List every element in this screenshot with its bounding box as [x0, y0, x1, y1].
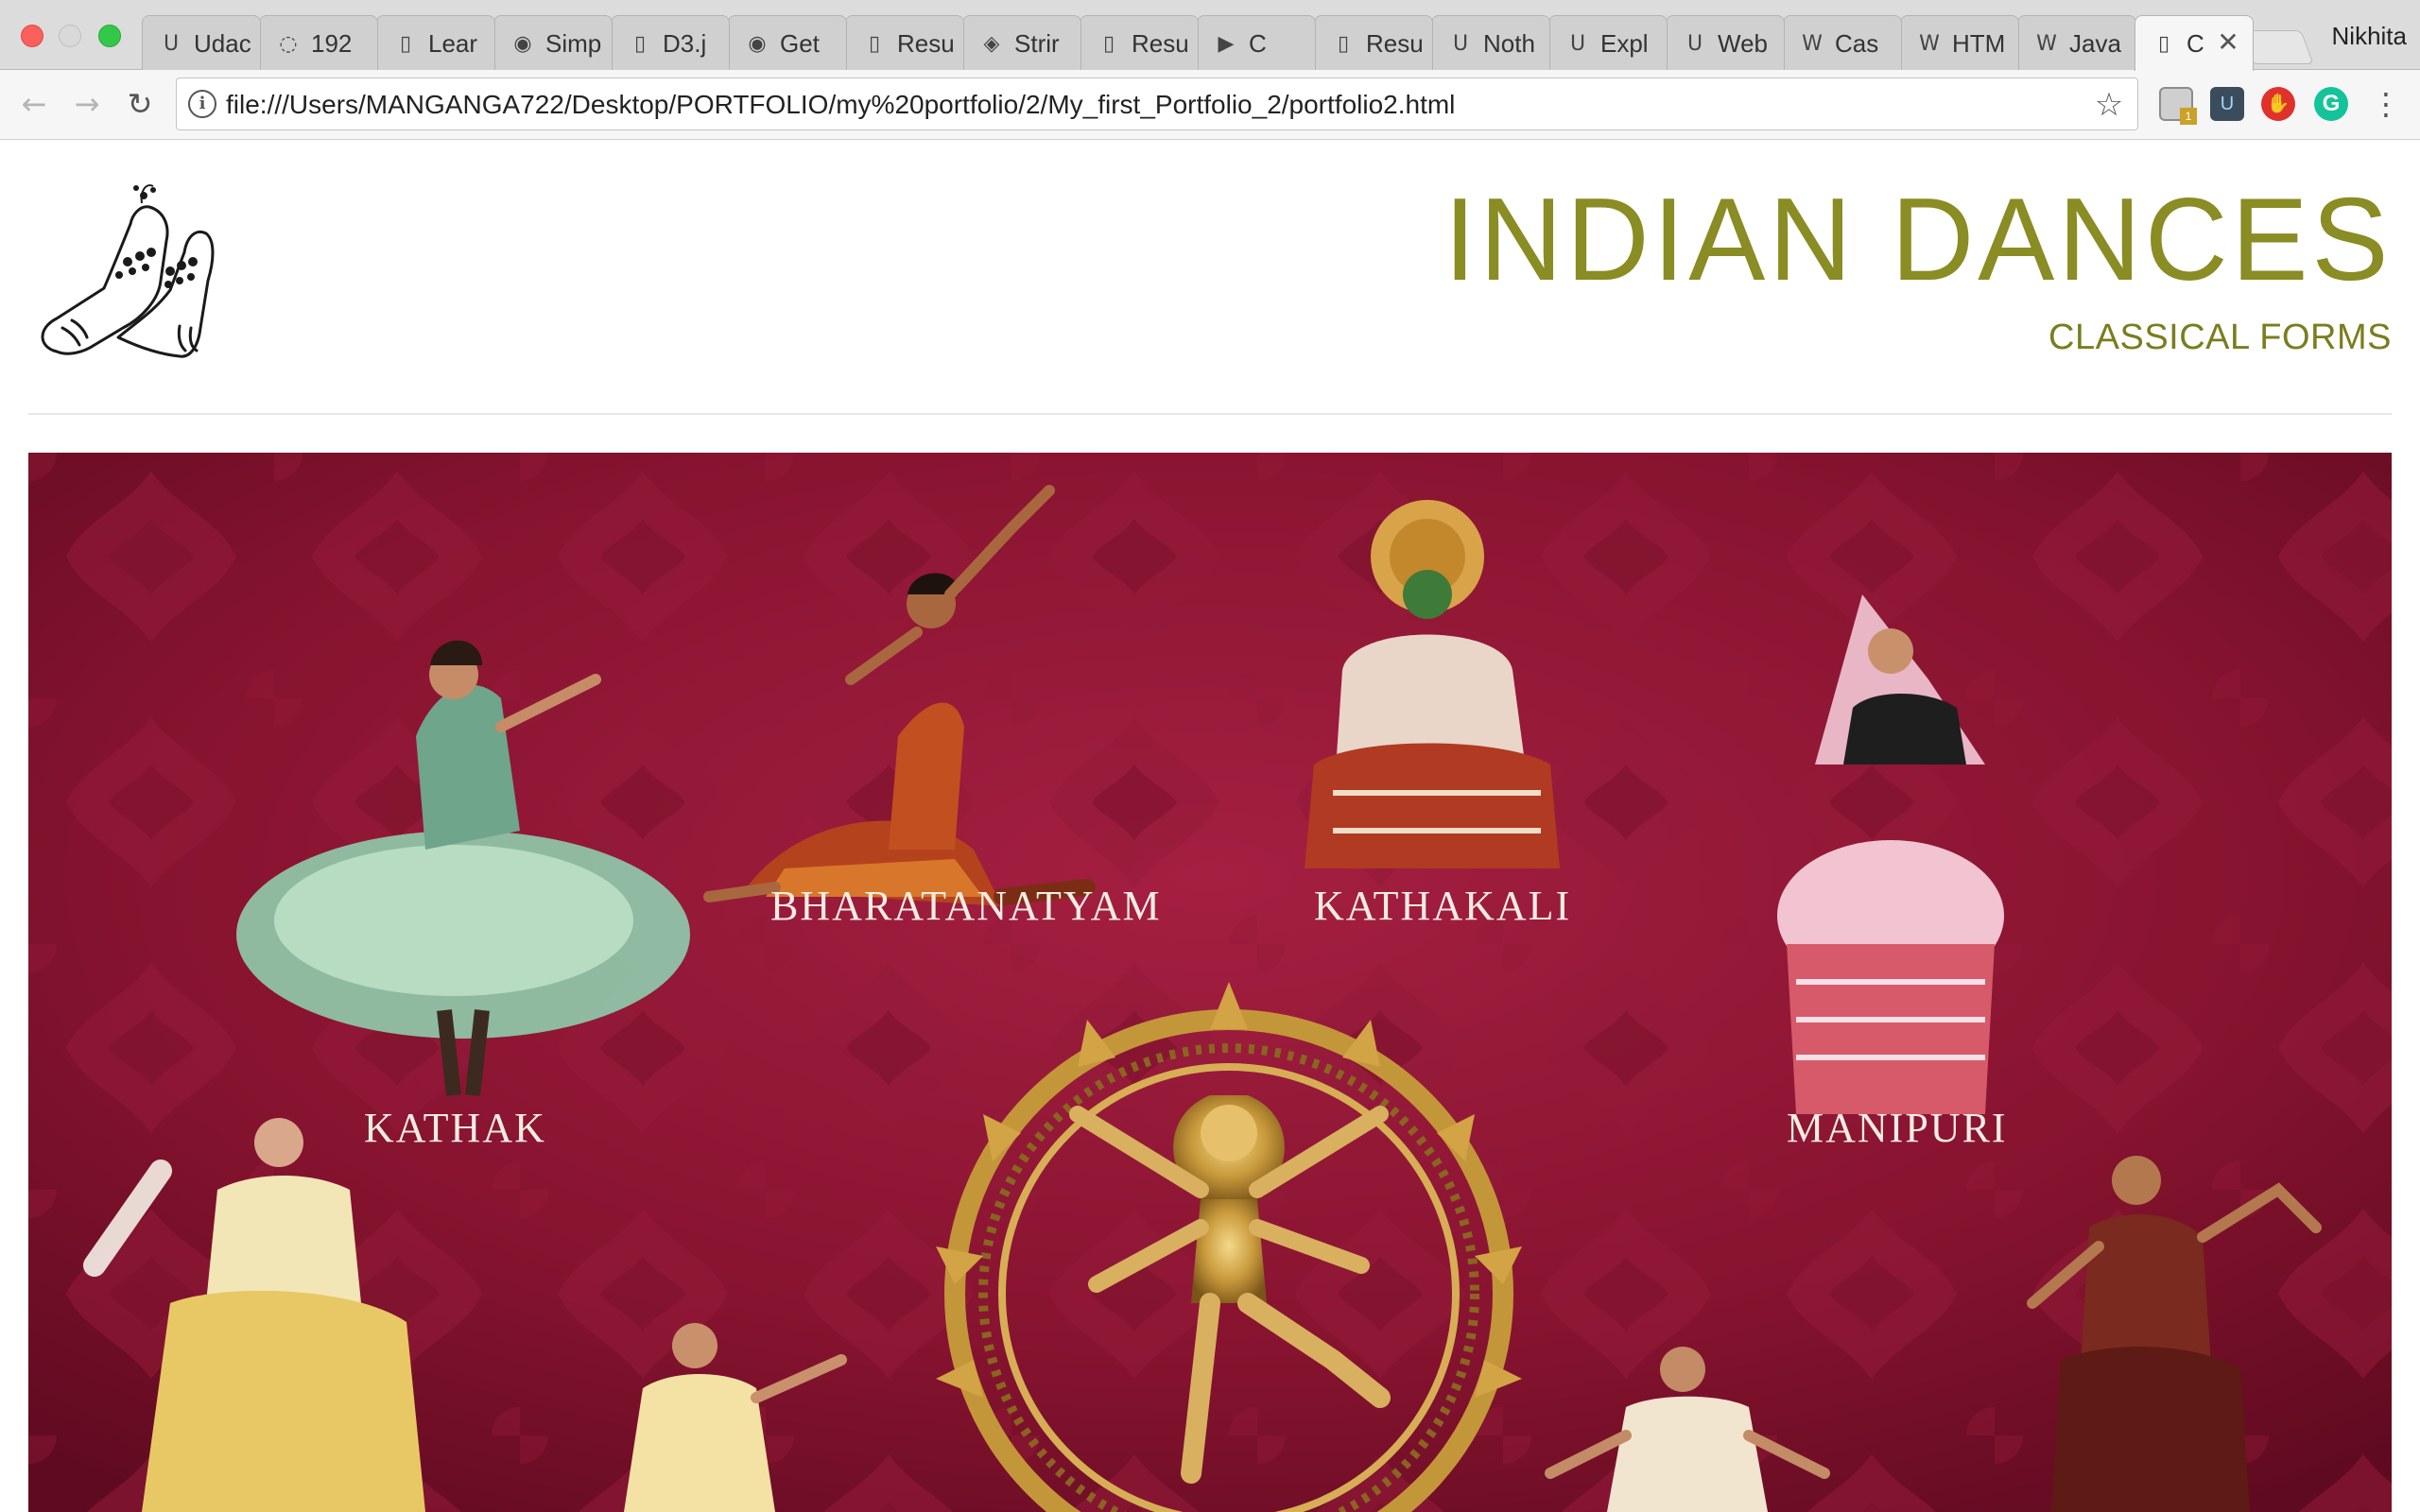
page-content: INDIAN DANCES CLASSICAL FORMS BHARATANAT…	[0, 141, 2420, 1512]
tab-title: C	[1249, 29, 1267, 58]
browser-tab[interactable]: ◌ 192	[259, 15, 378, 70]
google-icon: ◉	[748, 32, 767, 56]
tab-title: Lear	[428, 29, 478, 58]
tab-title: Web	[1718, 29, 1768, 58]
tab-title: C	[2187, 29, 2204, 58]
browser-tab-strip: U Udacity ◌ 192 ▯ Lear ◉ Simp ▯ D3.j ◉ Get ▯ Resu ◈ Str…	[0, 0, 2420, 71]
browser-tab[interactable]: U Expl	[1548, 15, 1668, 70]
bookmark-star-icon[interactable]: ☆	[2090, 86, 2128, 124]
tab-title: Resu	[1132, 29, 1188, 58]
label-kathak: KATHAK	[364, 1105, 546, 1151]
tab-list: U Udacity ◌ 192 ▯ Lear ◉ Simp ▯ D3.j ◉ Get ▯ Resu ◈ Str…	[142, 15, 2316, 71]
browser-tab[interactable]: U Udacity	[142, 15, 261, 70]
browser-tab[interactable]: ▯ Resu	[1080, 15, 1199, 70]
browser-tab[interactable]: U Web	[1666, 15, 1785, 70]
browser-tab[interactable]: U Noth	[1431, 15, 1550, 70]
document-icon: ▯	[868, 32, 881, 56]
wikipedia-icon: W	[1802, 32, 1823, 56]
browser-tab[interactable]: ◈ Strir	[962, 15, 1081, 70]
adblock-extension-icon[interactable]: ✋	[2261, 87, 2295, 121]
grammarly-extension-icon[interactable]: G	[2314, 87, 2348, 121]
profile-name[interactable]: Nikhita	[2332, 21, 2407, 51]
tab-title: 192	[311, 29, 353, 58]
extension-badge: 1	[2180, 108, 2197, 125]
document-icon: ▯	[2157, 32, 2170, 56]
tab-title: Strir	[1014, 29, 1060, 58]
dancing-feet-logo-icon	[41, 184, 215, 358]
browser-tab[interactable]: ▯ Resu	[1314, 15, 1433, 70]
reload-icon[interactable]: ↻	[121, 85, 159, 123]
label-manipuri: MANIPURI	[1787, 1105, 2008, 1151]
loading-icon: ◌	[279, 32, 298, 56]
tab-title: Expl	[1600, 29, 1649, 58]
udacity-icon: U	[163, 32, 180, 56]
browser-tab[interactable]: W HTM	[1900, 15, 2019, 70]
hero-illustration	[28, 453, 2392, 1512]
document-icon: ▯	[1102, 32, 1115, 56]
browser-tab[interactable]: ▶ C	[1197, 15, 1316, 70]
document-icon: ▯	[633, 32, 647, 56]
zoom-window-button[interactable]	[98, 25, 121, 47]
extension-icon[interactable]: 1	[2159, 87, 2197, 125]
browser-tab[interactable]: ▯ D3.j	[611, 15, 730, 70]
browser-toolbar: ← → ↻ i file:///Users/MANGANGA722/Deskto…	[0, 70, 2420, 140]
wikipedia-icon: W	[1919, 32, 1940, 56]
menu-icon[interactable]: ⋮	[2371, 83, 2401, 125]
tab-title: Get	[780, 29, 820, 58]
page-subtitle: CLASSICAL FORMS	[2048, 318, 2392, 357]
back-icon[interactable]: ←	[15, 85, 53, 123]
close-window-button[interactable]	[21, 25, 43, 47]
udacity-icon: U	[1452, 32, 1469, 56]
document-icon: ▯	[1337, 32, 1350, 56]
wikipedia-icon: W	[2036, 32, 2057, 56]
tab-title: Resu	[897, 29, 954, 58]
tab-title: Noth	[1483, 29, 1535, 58]
browser-tab[interactable]: ◉ Get	[728, 15, 847, 70]
tab-title: D3.j	[663, 29, 707, 58]
tab-title: Resu	[1366, 29, 1423, 58]
document-icon: ▯	[399, 32, 412, 56]
tab-title: Simp	[545, 29, 602, 58]
address-bar[interactable]: i file:///Users/MANGANGA722/Desktop/PORT…	[176, 77, 2138, 130]
browser-tab[interactable]: ◉ Simp	[493, 15, 613, 70]
header-divider	[28, 413, 2392, 415]
udacity-icon: U	[1686, 32, 1703, 56]
hero-image: BHARATANATYAM KATHAKALI KATHAK MANIPURI	[28, 453, 2392, 1512]
youtube-icon: ▶	[1218, 32, 1235, 56]
browser-tab[interactable]: ▯ Lear	[376, 15, 495, 70]
info-icon[interactable]: i	[188, 90, 216, 118]
label-kathakali: KATHAKALI	[1314, 883, 1572, 929]
browser-tab[interactable]: W Cas	[1783, 15, 1902, 70]
tab-title: HTM	[1952, 29, 2006, 58]
bookmark-icon: ◈	[983, 32, 1000, 56]
forward-icon[interactable]: →	[68, 85, 106, 123]
google-icon: ◉	[513, 32, 532, 56]
minimize-window-button[interactable]	[59, 25, 81, 47]
browser-tab[interactable]: W Java	[2017, 15, 2136, 70]
tab-title: Udacity	[194, 29, 251, 58]
label-bharatanatyam: BHARATANATYAM	[770, 883, 1162, 929]
tab-title: Java	[2069, 29, 2121, 58]
browser-tab[interactable]: ▯ C ✕	[2135, 15, 2254, 71]
url-text[interactable]: file:///Users/MANGANGA722/Desktop/PORTFO…	[226, 90, 2022, 120]
close-tab-icon[interactable]: ✕	[2215, 27, 2241, 58]
page-title: INDIAN DANCES	[1443, 175, 2392, 305]
tab-title: Cas	[1835, 29, 1879, 58]
udacity-extension-icon[interactable]: U	[2210, 87, 2244, 121]
udacity-icon: U	[1569, 32, 1586, 56]
browser-tab[interactable]: ▯ Resu	[845, 15, 964, 70]
